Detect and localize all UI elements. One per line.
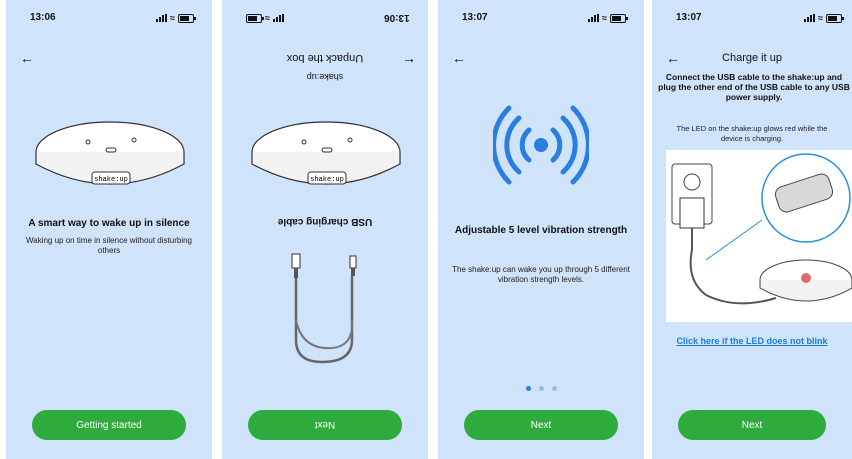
onboarding-screen-3: 13:07 ≈ ← Adjustable 5 level vibration s… [438, 0, 644, 459]
status-bar: 13:06 ≈ [6, 10, 212, 26]
screen-heading: Adjustable 5 level vibration strength [454, 225, 628, 236]
page-indicator [438, 386, 644, 391]
wifi-icon: ≈ [602, 13, 607, 23]
onboarding-screen-2: 13:06 ≈ → Unpack the box shake:up shake:… [222, 0, 428, 459]
device-label: shake:up [310, 176, 344, 184]
wifi-icon: ≈ [265, 13, 270, 23]
status-time: 13:06 [30, 12, 56, 23]
back-arrow-icon[interactable]: ← [452, 50, 466, 66]
status-bar: 13:07 ≈ [438, 10, 644, 26]
next-button[interactable]: Next [248, 410, 402, 440]
charging-illustration [666, 150, 852, 322]
battery-icon [826, 13, 844, 23]
getting-started-button[interactable]: Getting started [32, 410, 186, 440]
battery-icon [246, 13, 264, 23]
status-bar: 13:07 ≈ [652, 10, 852, 26]
shakeup-device-image: shake:up [35, 121, 185, 185]
back-arrow-icon[interactable]: ← [20, 50, 34, 66]
page-title: Unpack the box [286, 52, 364, 64]
next-button[interactable]: Next [464, 410, 618, 440]
signal-icon [272, 14, 284, 22]
page-dot[interactable] [538, 386, 544, 391]
signal-icon [804, 14, 816, 22]
wifi-icon: ≈ [170, 13, 175, 23]
battery-icon [610, 13, 628, 23]
page-subtitle: shake:up [306, 72, 344, 82]
status-time: 13:07 [462, 12, 488, 23]
screen-heading: A smart way to wake up in silence [28, 218, 190, 229]
page-dot[interactable] [551, 386, 557, 391]
status-bar: 13:06 ≈ [222, 10, 428, 26]
signal-icon [588, 14, 600, 22]
signal-icon [156, 14, 168, 22]
usb-cable-image [291, 253, 357, 364]
wifi-icon: ≈ [818, 13, 823, 23]
screen-description: The shake:up can wake you up through 5 d… [452, 265, 630, 284]
screen-heading: USB charging cable [277, 216, 373, 227]
page-dot[interactable] [525, 386, 531, 391]
device-label: shake:up [94, 176, 128, 184]
screen-description: Waking up on time in silence without dis… [25, 236, 192, 255]
onboarding-screen-4: 13:07 ≈ ← Charge it up Connect the USB c… [652, 0, 852, 459]
screen-heading: Connect the USB cable to the shake:up an… [658, 72, 850, 102]
shakeup-device-image: shake:up [251, 121, 401, 185]
next-button[interactable]: Next [678, 410, 826, 440]
screen-description: The LED on the shake:up glows red while … [676, 124, 828, 143]
status-time: 13:06 [384, 12, 410, 23]
status-time: 13:07 [676, 12, 702, 23]
led-help-link[interactable]: Click here if the LED does not blink [652, 336, 852, 346]
page-title: Charge it up [722, 52, 782, 64]
battery-icon [178, 13, 196, 23]
onboarding-screen-1: 13:06 ≈ ← shake:up A smart way to wake u… [6, 0, 212, 459]
vibration-icon [493, 105, 589, 185]
